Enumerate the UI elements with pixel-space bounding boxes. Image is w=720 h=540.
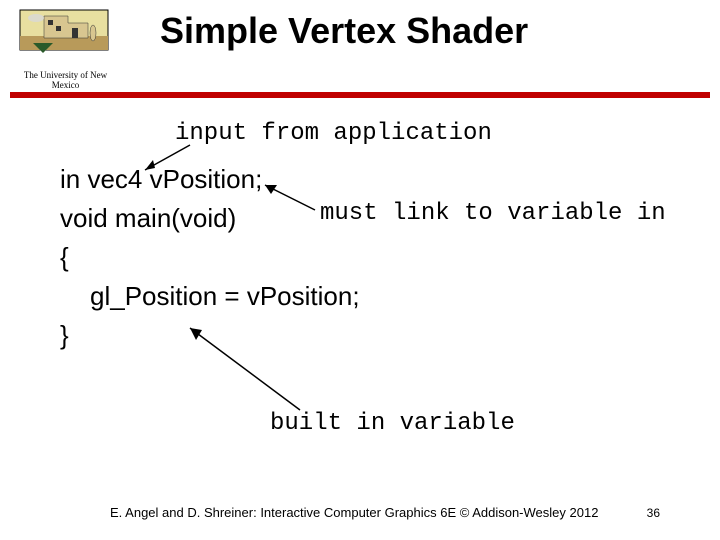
slide: The University of New Mexico Simple Vert… — [0, 0, 720, 540]
logo-block: The University of New Mexico — [18, 8, 113, 90]
unm-logo-icon — [18, 8, 113, 63]
logo-caption: The University of New Mexico — [18, 70, 113, 90]
code-line-5: } — [60, 316, 360, 355]
annotation-link: must link to variable in — [320, 200, 666, 227]
annotation-input: input from application — [175, 120, 492, 147]
code-line-1: in vec4 vPosition; — [60, 160, 360, 199]
code-line-3: { — [60, 238, 360, 277]
code-block: in vec4 vPosition; void main(void) { gl_… — [60, 160, 360, 355]
code-line-2: void main(void) — [60, 199, 360, 238]
title-divider — [10, 92, 710, 98]
page-number: 36 — [647, 506, 660, 520]
page-title: Simple Vertex Shader — [160, 10, 528, 52]
footer-credit: E. Angel and D. Shreiner: Interactive Co… — [110, 505, 598, 520]
annotation-builtin: built in variable — [270, 410, 515, 437]
code-line-4: gl_Position = vPosition; — [60, 277, 360, 316]
